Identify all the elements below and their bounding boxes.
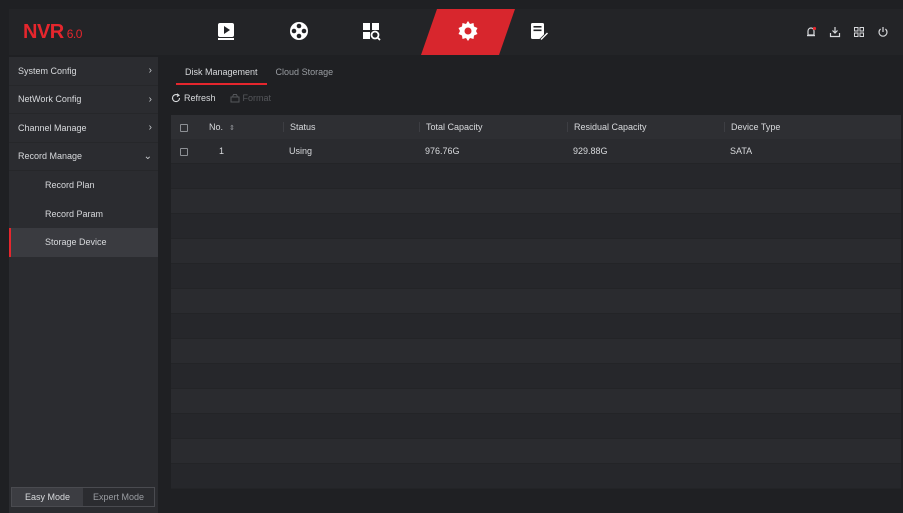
cell-status: Using [289,146,313,156]
chevron-down-icon: ⌄ [143,150,152,162]
sidebar-subitem-label: Record Param [45,208,104,219]
empty-table-row [171,364,901,389]
mode-switch: Easy Mode Expert Mode [11,487,155,507]
empty-table-row [171,264,901,289]
sidebar-subitem-record-param[interactable]: Record Param [9,200,158,229]
empty-table-row [171,164,901,189]
sidebar: System Config › NetWork Config › Channel… [9,57,158,513]
sidebar-item-system-config[interactable]: System Config › [9,57,158,86]
main-panel: Disk Management Cloud Storage Refresh Fo… [158,57,903,513]
alarm-icon[interactable] [803,24,819,40]
cell-no: 1 [219,146,225,156]
header-status: Status [283,122,419,132]
refresh-label: Refresh [184,93,216,103]
chevron-right-icon: › [148,122,152,134]
row-checkbox[interactable] [171,146,209,156]
empty-table-row [171,289,901,314]
expert-mode-button[interactable]: Expert Mode [83,488,154,506]
empty-table-row [171,239,901,264]
toolbar: Refresh Format [171,93,271,103]
sidebar-subitem-storage-device[interactable]: Storage Device [9,228,158,257]
header-total-capacity: Total Capacity [419,122,567,132]
header-no[interactable]: No. ⇕ [209,122,283,132]
tab-disk-management[interactable]: Disk Management [176,63,267,85]
live-view-icon[interactable] [287,19,311,43]
tab-cloud-storage[interactable]: Cloud Storage [267,63,343,85]
sort-icon[interactable]: ⇕ [229,125,235,132]
easy-mode-button[interactable]: Easy Mode [12,488,83,506]
cell-residual-capacity: 929.88G [573,146,608,156]
empty-table-row [171,189,901,214]
header-residual-capacity: Residual Capacity [567,122,724,132]
empty-table-row [171,314,901,339]
table-row[interactable]: 1 Using 976.76G 929.88G SATA [171,139,901,164]
chevron-right-icon: › [148,65,152,77]
power-icon[interactable] [875,24,891,40]
empty-table-row [171,464,901,489]
format-icon [230,94,240,103]
tab-bar: Disk Management Cloud Storage [176,63,342,85]
playback-icon[interactable] [214,19,238,43]
search-icon[interactable] [359,19,383,43]
format-label: Format [242,93,272,103]
maintenance-icon[interactable] [527,19,551,43]
disk-table: No. ⇕ Status Total Capacity Residual Capa… [171,115,901,489]
top-bar: NVR 6.0 [9,9,903,55]
cell-total-capacity: 976.76G [425,146,460,156]
refresh-button[interactable]: Refresh [171,93,216,103]
sidebar-item-label: NetWork Config [18,94,82,105]
settings-icon[interactable] [456,19,480,43]
format-button[interactable]: Format [230,93,272,103]
chevron-right-icon: › [148,93,152,105]
sidebar-item-network-config[interactable]: NetWork Config › [9,86,158,114]
sidebar-subitem-label: Storage Device [45,237,107,248]
header-device-type: Device Type [724,122,901,132]
empty-rows [171,164,901,489]
cell-device-type: SATA [730,146,753,156]
table-header: No. ⇕ Status Total Capacity Residual Capa… [171,115,901,139]
sidebar-item-channel-manage[interactable]: Channel Manage › [9,114,158,143]
empty-table-row [171,439,901,464]
empty-table-row [171,339,901,364]
download-icon[interactable] [827,24,843,40]
empty-table-row [171,214,901,239]
refresh-icon [171,93,181,103]
sidebar-item-record-manage[interactable]: Record Manage ⌄ [9,143,158,171]
select-all-checkbox[interactable] [171,122,209,132]
sidebar-item-label: System Config [18,65,77,76]
sidebar-subitem-label: Record Plan [45,180,95,191]
sidebar-subitem-record-plan[interactable]: Record Plan [9,171,158,200]
empty-table-row [171,414,901,439]
app-logo: NVR 6.0 [23,21,82,43]
empty-table-row [171,389,901,414]
grid-icon[interactable] [851,24,867,40]
sidebar-item-label: Channel Manage [18,122,87,133]
sidebar-item-label: Record Manage [18,151,83,162]
